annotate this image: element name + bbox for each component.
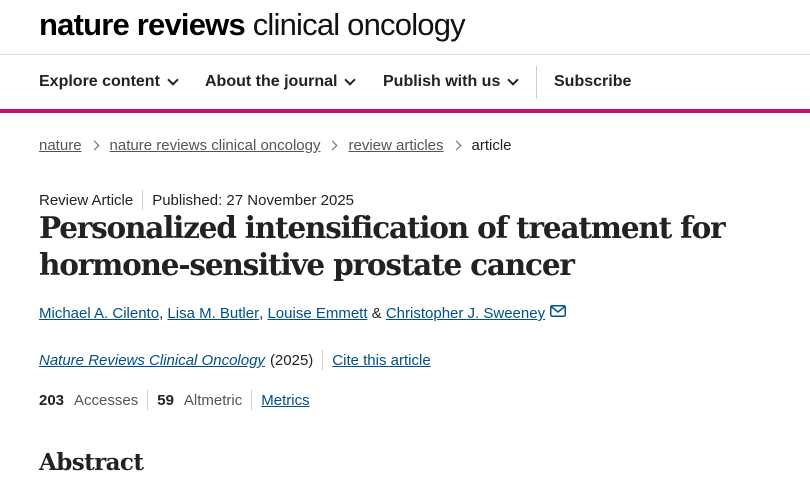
author-link[interactable]: Louise Emmett bbox=[267, 305, 367, 322]
divider bbox=[142, 190, 144, 210]
divider bbox=[147, 390, 149, 410]
chevron-down-icon bbox=[344, 74, 357, 86]
nav-about-journal-label: About the journal bbox=[205, 73, 338, 90]
logo-bold-text: nature reviews bbox=[39, 7, 246, 42]
abstract-heading: Abstract bbox=[39, 449, 144, 476]
chevron-right-icon bbox=[89, 140, 99, 150]
author-link[interactable]: Michael A. Cilento bbox=[39, 305, 159, 322]
divider bbox=[251, 390, 253, 410]
breadcrumb-current: article bbox=[471, 136, 512, 154]
author-list: Michael A. Cilento, Lisa M. Butler, Loui… bbox=[39, 304, 567, 322]
article-type: Review Article bbox=[39, 191, 134, 209]
nav-about-journal[interactable]: About the journal bbox=[205, 55, 357, 109]
nav-subscribe[interactable]: Subscribe bbox=[554, 55, 631, 109]
nav-explore-content-label: Explore content bbox=[39, 73, 160, 90]
main-nav: Explore content About the journal Publis… bbox=[0, 55, 810, 113]
journal-logo[interactable]: nature reviews clinical oncology bbox=[39, 7, 466, 42]
article-meta: Review Article Published: 27 November 20… bbox=[39, 190, 354, 210]
mail-icon[interactable] bbox=[550, 304, 567, 321]
chevron-down-icon bbox=[507, 74, 520, 86]
author-separator: , bbox=[259, 305, 268, 322]
author-separator: & bbox=[367, 305, 386, 322]
author-link[interactable]: Lisa M. Butler bbox=[167, 305, 259, 322]
chevron-right-icon bbox=[328, 140, 338, 150]
chevron-right-icon bbox=[451, 140, 461, 150]
altmetric-count: 59 bbox=[157, 391, 174, 409]
accesses-count: 203 bbox=[39, 391, 65, 409]
logo-light-text: clinical oncology bbox=[252, 7, 466, 42]
nav-publish-with-us-label: Publish with us bbox=[383, 73, 501, 90]
divider bbox=[322, 350, 324, 370]
publication-year: (2025) bbox=[269, 351, 314, 369]
published-date: Published: 27 November 2025 bbox=[152, 191, 354, 209]
article-metrics: 203 Accesses 59 Altmetric Metrics bbox=[39, 390, 310, 410]
article-title: Personalized intensification of treatmen… bbox=[39, 210, 726, 282]
author-separator: , bbox=[159, 305, 168, 322]
nav-divider bbox=[536, 66, 537, 99]
breadcrumb-nature[interactable]: nature bbox=[39, 137, 82, 154]
breadcrumb-review-articles[interactable]: review articles bbox=[348, 137, 443, 154]
author-link[interactable]: Christopher J. Sweeney bbox=[386, 305, 545, 322]
breadcrumb-journal[interactable]: nature reviews clinical oncology bbox=[110, 137, 321, 154]
journal-link[interactable]: Nature Reviews Clinical Oncology bbox=[39, 352, 265, 369]
nav-subscribe-label: Subscribe bbox=[554, 73, 632, 90]
nav-explore-content[interactable]: Explore content bbox=[39, 55, 179, 109]
breadcrumb: nature nature reviews clinical oncology … bbox=[39, 135, 512, 155]
nav-publish-with-us[interactable]: Publish with us bbox=[383, 55, 520, 109]
site-header: nature reviews clinical oncology bbox=[0, 0, 810, 55]
cite-article-link[interactable]: Cite this article bbox=[332, 352, 430, 369]
metrics-link[interactable]: Metrics bbox=[261, 392, 309, 409]
accesses-label: Accesses bbox=[74, 391, 139, 409]
chevron-down-icon bbox=[167, 74, 179, 86]
altmetric-label: Altmetric bbox=[183, 391, 243, 409]
citation-line: Nature Reviews Clinical Oncology (2025) … bbox=[39, 350, 431, 370]
